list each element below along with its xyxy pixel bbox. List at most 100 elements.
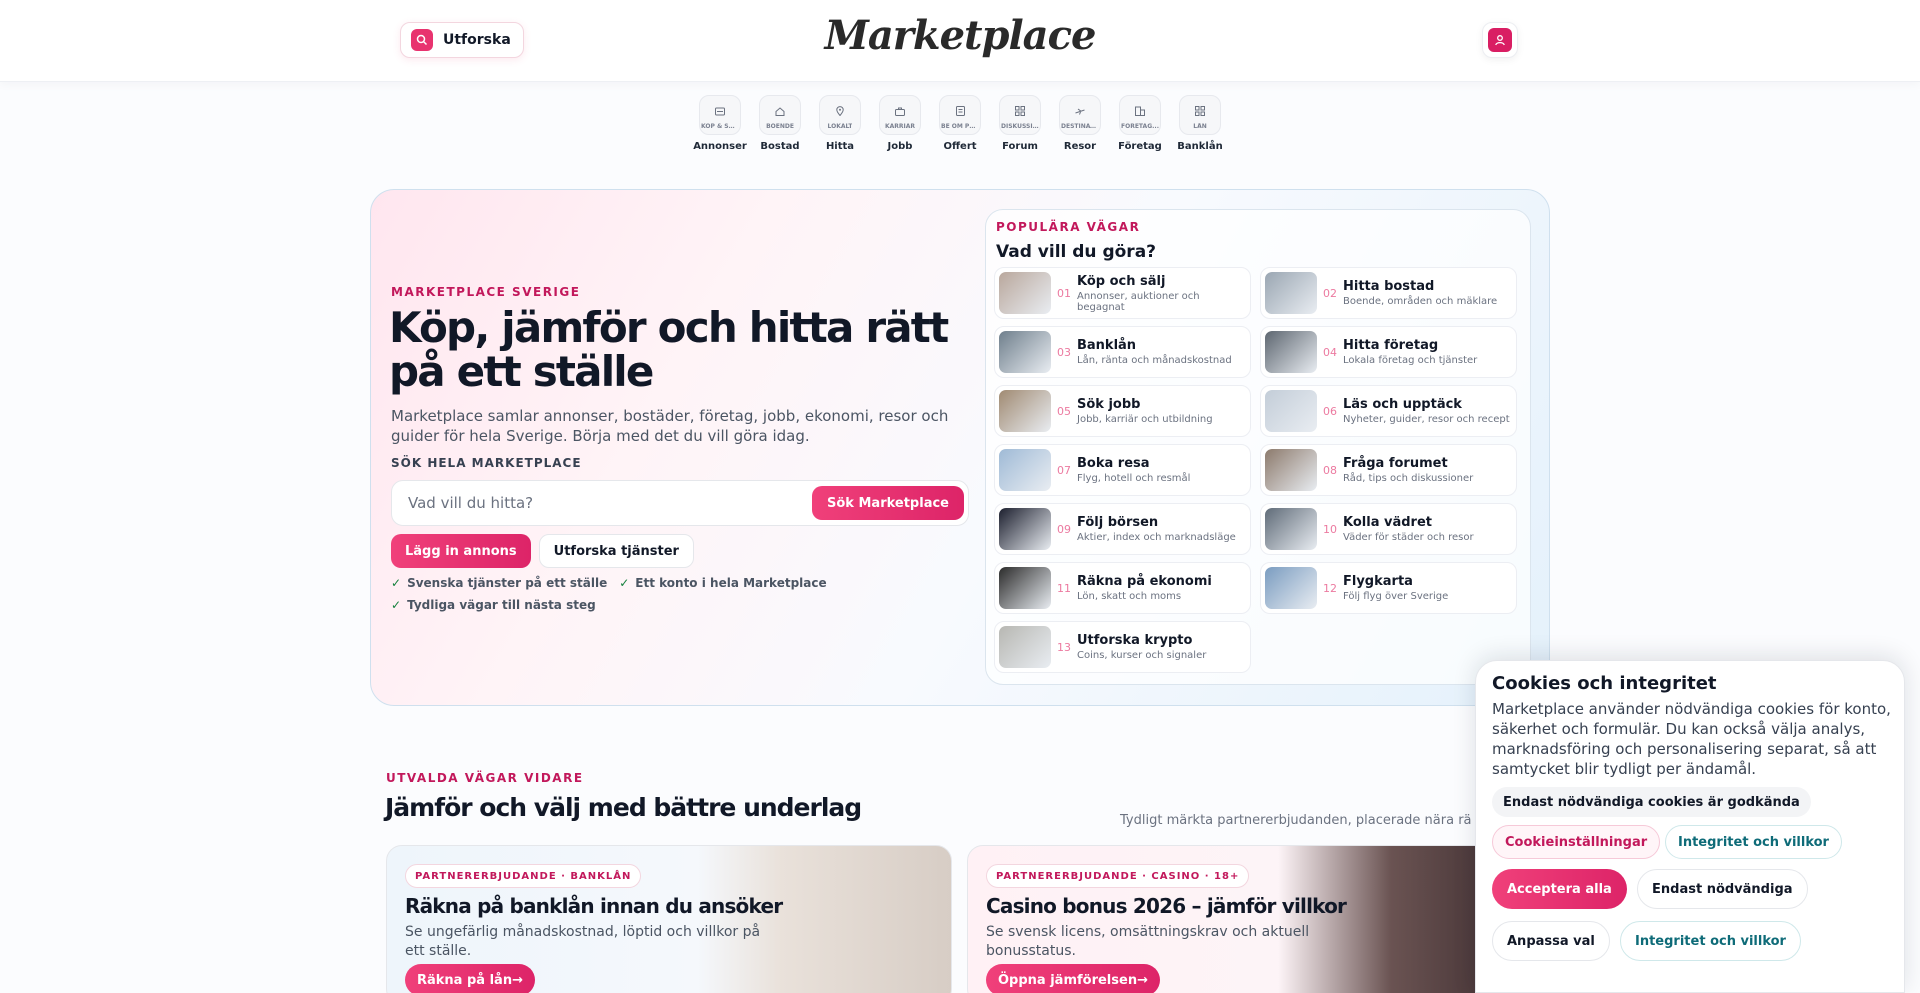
- accept-all-button[interactable]: Acceptera alla: [1492, 869, 1627, 909]
- promo-card-banklan[interactable]: PARTNERERBJUDANDE · BANKLÅN Räkna på ban…: [386, 845, 952, 993]
- popular-path-card[interactable]: 09Följ börsenAktier, index och marknadsl…: [994, 503, 1251, 555]
- popular-path-card[interactable]: 05Sök jobbJobb, karriär och utbildning: [994, 385, 1251, 437]
- nav-item-resor[interactable]: DESTINAT... Resor: [1058, 95, 1102, 152]
- popular-path-card[interactable]: 02Hitta bostad Boende, områden och mäklar…: [1260, 267, 1517, 319]
- site-logo[interactable]: Marketplace: [0, 12, 1920, 59]
- privacy-terms-button[interactable]: Integritet och villkor: [1620, 921, 1801, 961]
- search-button[interactable]: Sök Marketplace: [812, 486, 964, 520]
- path-title: Hitta bostad: [1343, 279, 1497, 294]
- path-subtitle: Jobb, karriär och utbildning: [1077, 414, 1213, 425]
- promo-description: Se ungefärlig månadskostnad, löptid och …: [405, 923, 775, 961]
- pin-icon: [835, 101, 845, 120]
- path-thumbnail: [999, 331, 1051, 373]
- cookie-dialog: Cookies och integritet Marketplace använ…: [1475, 660, 1905, 993]
- path-subtitle: Boende, områden och mäklare: [1343, 296, 1497, 307]
- section-title: Jämför och välj med bättre underlag: [385, 793, 861, 822]
- path-title: Fråga forumet: [1343, 456, 1473, 471]
- path-text: Boka resa Flyg, hotell och resmål: [1077, 456, 1190, 484]
- hero-checklist: ✓Svenska tjänster på ett ställe ✓Ett kon…: [391, 576, 931, 612]
- cookie-title: Cookies och integritet: [1492, 673, 1717, 694]
- search-label: SÖK HELA MARKETPLACE: [391, 456, 582, 470]
- checkmark-icon: ✓: [619, 576, 629, 590]
- open-comparison-button[interactable]: Öppna jämförelsen→: [986, 964, 1160, 993]
- nav-item-foretag[interactable]: FÖRETAG... Företag: [1118, 95, 1162, 152]
- popular-path-card[interactable]: 11Räkna på ekonomi Lön, skatt och moms: [994, 562, 1251, 614]
- cookie-status-note: Endast nödvändiga cookies är godkända: [1492, 787, 1811, 817]
- nav-item-annonser[interactable]: KÖP & SÄLJ Annonser: [698, 95, 742, 152]
- path-title: Räkna på ekonomi: [1077, 574, 1212, 589]
- path-number: 09: [1051, 523, 1077, 536]
- path-title: Följ börsen: [1077, 515, 1236, 530]
- post-ad-button[interactable]: Lägg in annons: [391, 534, 531, 568]
- account-button[interactable]: [1482, 22, 1518, 58]
- popular-paths-grid: 01Köp och säljAnnonser, auktioner och be…: [994, 267, 1517, 673]
- nav-item-offert[interactable]: BE OM PRIS Offert: [938, 95, 982, 152]
- privacy-terms-link[interactable]: Integritet och villkor: [1665, 825, 1842, 859]
- nav-item-banklan[interactable]: LÅN Banklån: [1178, 95, 1222, 152]
- path-number: 04: [1317, 346, 1343, 359]
- popular-path-card[interactable]: 08Fråga forumetRåd, tips och diskussione…: [1260, 444, 1517, 496]
- path-thumbnail: [1265, 390, 1317, 432]
- path-title: Banklån: [1077, 338, 1232, 353]
- hero-section: MARKETPLACE SVERIGE Köp, jämför och hitt…: [370, 189, 1550, 706]
- path-thumbnail: [1265, 272, 1317, 314]
- path-text: Utforska krypto Coins, kurser och signale…: [1077, 633, 1206, 661]
- checkmark-icon: ✓: [391, 576, 401, 590]
- popular-paths-panel: POPULÄRA VÄGAR Vad vill du göra? 01Köp o…: [985, 209, 1531, 685]
- path-subtitle: Väder för städer och resor: [1343, 532, 1474, 543]
- hero-title: Köp, jämför och hitta rätt på ett ställe: [389, 306, 949, 394]
- path-number: 08: [1317, 464, 1343, 477]
- path-thumbnail: [999, 508, 1051, 550]
- popular-path-card[interactable]: 03BanklånLån, ränta och månadskostnad: [994, 326, 1251, 378]
- grid-icon: [1015, 101, 1025, 120]
- explore-services-button[interactable]: Utforska tjänster: [539, 534, 694, 568]
- path-number: 07: [1051, 464, 1077, 477]
- path-thumbnail: [999, 567, 1051, 609]
- nav-item-jobb[interactable]: KARRIÄR Jobb: [878, 95, 922, 152]
- path-text: Banklån Lån, ränta och månadskostnad: [1077, 338, 1232, 366]
- search-input[interactable]: [408, 481, 798, 525]
- popular-path-card[interactable]: 06Läs och upptäckNyheter, guider, resor …: [1260, 385, 1517, 437]
- only-necessary-button[interactable]: Endast nödvändiga: [1637, 869, 1808, 909]
- path-title: Boka resa: [1077, 456, 1190, 471]
- document-icon: [956, 101, 965, 120]
- path-thumbnail: [999, 449, 1051, 491]
- path-text: Läs och upptäckNyheter, guider, resor oc…: [1343, 397, 1510, 425]
- promo-title: Räkna på banklån innan du ansöker: [405, 894, 782, 918]
- path-number: 10: [1317, 523, 1343, 536]
- path-title: Utforska krypto: [1077, 633, 1206, 648]
- nav-item-forum[interactable]: DISKUSSI... Forum: [998, 95, 1042, 152]
- popular-title: Vad vill du göra?: [996, 242, 1156, 262]
- path-subtitle: Coins, kurser och signaler: [1077, 650, 1206, 661]
- search-box: Sök Marketplace: [391, 480, 969, 526]
- customize-button[interactable]: Anpassa val: [1492, 921, 1610, 961]
- plane-icon: [1075, 101, 1085, 120]
- promo-title: Casino bonus 2026 – jämför villkor: [986, 894, 1346, 918]
- popular-path-card[interactable]: 13Utforska kryptoCoins, kurser och signa…: [994, 621, 1251, 673]
- path-subtitle: Lokala företag och tjänster: [1343, 355, 1477, 366]
- path-number: 11: [1051, 582, 1077, 595]
- path-subtitle: Flyg, hotell och resmål: [1077, 473, 1190, 484]
- promo-card-casino[interactable]: PARTNERERBJUDANDE · CASINO · 18+ Casino …: [967, 845, 1533, 993]
- path-text: FlygkartaFölj flyg över Sverige: [1343, 574, 1448, 602]
- path-thumbnail: [999, 390, 1051, 432]
- calculate-loan-button[interactable]: Räkna på lån→: [405, 964, 535, 993]
- popular-path-card[interactable]: 04Hitta företagLokala företag och tjänst…: [1260, 326, 1517, 378]
- path-subtitle: Följ flyg över Sverige: [1343, 591, 1448, 602]
- nav-item-bostad[interactable]: BOENDE Bostad: [758, 95, 802, 152]
- path-number: 02: [1317, 287, 1343, 300]
- popular-path-card[interactable]: 07Boka resa Flyg, hotell och resmål: [994, 444, 1251, 496]
- popular-path-card[interactable]: 10Kolla vädret Väder för städer och resor: [1260, 503, 1517, 555]
- path-subtitle: Lön, skatt och moms: [1077, 591, 1212, 602]
- popular-path-card[interactable]: 01Köp och säljAnnonser, auktioner och be…: [994, 267, 1251, 319]
- building-icon: [1135, 101, 1145, 120]
- cookie-settings-button[interactable]: Cookieinställningar: [1492, 825, 1660, 859]
- popular-path-card[interactable]: 12FlygkartaFölj flyg över Sverige: [1260, 562, 1517, 614]
- path-text: Fråga forumetRåd, tips och diskussioner: [1343, 456, 1473, 484]
- check-item: ✓Svenska tjänster på ett ställe: [391, 576, 607, 590]
- path-subtitle: Lån, ränta och månadskostnad: [1077, 355, 1232, 366]
- nav-item-hitta[interactable]: LOKALT Hitta: [818, 95, 862, 152]
- path-text: Följ börsenAktier, index och marknadsläg…: [1077, 515, 1236, 543]
- path-text: Kolla vädret Väder för städer och resor: [1343, 515, 1474, 543]
- path-title: Kolla vädret: [1343, 515, 1474, 530]
